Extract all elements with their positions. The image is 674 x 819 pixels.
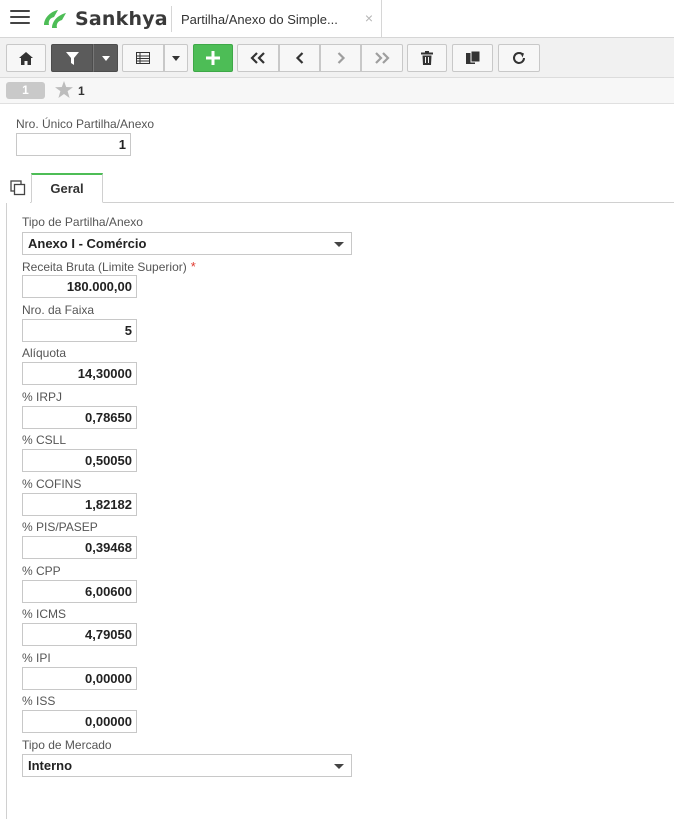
required-marker: * <box>190 259 196 274</box>
pis-pasep-field[interactable]: 0,39468 <box>22 536 137 559</box>
chevron-left-icon <box>295 52 303 64</box>
nro-unico-field[interactable]: 1 <box>16 133 131 156</box>
top-bar: Sankhya Partilha/Anexo do Simple... × <box>0 0 674 38</box>
sankhya-logo-icon <box>44 10 66 28</box>
home-icon <box>19 51 33 65</box>
chevron-down-icon <box>334 242 344 247</box>
double-chevron-left-icon <box>250 52 265 64</box>
brand-name: Sankhya <box>75 8 168 30</box>
nro-faixa-field[interactable]: 5 <box>22 319 137 342</box>
csll-label: % CSLL <box>22 433 67 447</box>
iss-field[interactable]: 0,00000 <box>22 710 137 733</box>
grid-icon <box>136 52 150 64</box>
logo: Sankhya <box>40 6 168 32</box>
close-icon[interactable]: × <box>365 10 373 26</box>
irpj-label: % IRPJ <box>22 390 63 404</box>
refresh-button[interactable] <box>498 44 540 72</box>
aliquota-label: Alíquota <box>22 346 67 360</box>
filter-dropdown-button[interactable] <box>93 44 118 72</box>
filter-icon <box>65 51 79 65</box>
caret-down-icon <box>172 55 180 61</box>
menu-icon[interactable] <box>10 10 30 26</box>
last-record-button[interactable] <box>361 44 403 72</box>
trash-icon <box>421 51 433 65</box>
star-icon[interactable] <box>55 81 73 98</box>
cofins-label: % COFINS <box>22 477 82 491</box>
receita-bruta-label: Receita Bruta (Limite Superior) * <box>22 259 196 274</box>
tipo-mercado-select[interactable]: Interno <box>22 754 352 777</box>
home-button[interactable] <box>6 44 46 72</box>
ipi-label: % IPI <box>22 651 51 665</box>
csll-field[interactable]: 0,50050 <box>22 449 137 472</box>
icms-field[interactable]: 4,79050 <box>22 623 137 646</box>
tipo-mercado-value: Interno <box>28 758 73 773</box>
aliquota-field[interactable]: 14,30000 <box>22 362 137 385</box>
refresh-icon <box>513 52 525 64</box>
receita-bruta-field[interactable]: 180.000,00 <box>22 275 137 298</box>
toolbar <box>0 38 674 78</box>
first-record-button[interactable] <box>237 44 279 72</box>
tab-title: Partilha/Anexo do Simple... <box>181 11 338 27</box>
delete-button[interactable] <box>407 44 447 72</box>
favorites-count: 1 <box>78 84 85 98</box>
tab-geral[interactable]: Geral <box>31 173 103 203</box>
tipo-partilha-select[interactable]: Anexo I - Comércio <box>22 232 352 255</box>
duplicate-button[interactable] <box>452 44 493 72</box>
pis-pasep-label: % PIS/PASEP <box>22 520 98 534</box>
double-chevron-right-icon <box>375 52 390 64</box>
record-bar: 1 1 <box>0 78 674 104</box>
caret-down-icon <box>101 55 110 61</box>
record-index-badge[interactable]: 1 <box>6 82 45 99</box>
nro-faixa-label: Nro. da Faixa <box>22 303 95 317</box>
chevron-right-icon <box>337 52 345 64</box>
plus-icon <box>206 51 220 65</box>
previous-record-button[interactable] <box>279 44 320 72</box>
tipo-partilha-value: Anexo I - Comércio <box>28 236 147 251</box>
next-record-button[interactable] <box>320 44 361 72</box>
cpp-label: % CPP <box>22 564 61 578</box>
copy-icon <box>465 51 480 64</box>
grid-view-dropdown-button[interactable] <box>164 44 188 72</box>
filter-button[interactable] <box>51 44 93 72</box>
cofins-field[interactable]: 1,82182 <box>22 493 137 516</box>
nro-unico-label: Nro. Único Partilha/Anexo <box>16 117 155 131</box>
receita-bruta-label-text: Receita Bruta (Limite Superior) <box>22 260 187 274</box>
grid-view-button[interactable] <box>122 44 164 72</box>
copy-icon[interactable] <box>10 180 26 196</box>
ipi-field[interactable]: 0,00000 <box>22 667 137 690</box>
irpj-field[interactable]: 0,78650 <box>22 406 137 429</box>
tab-partilha-anexo[interactable]: Partilha/Anexo do Simple... × <box>172 0 382 38</box>
cpp-field[interactable]: 6,00600 <box>22 580 137 603</box>
tipo-mercado-label: Tipo de Mercado <box>22 738 112 752</box>
chevron-down-icon <box>334 764 344 769</box>
icms-label: % ICMS <box>22 607 67 621</box>
add-button[interactable] <box>193 44 233 72</box>
tipo-partilha-label: Tipo de Partilha/Anexo <box>22 215 143 229</box>
iss-label: % ISS <box>22 694 56 708</box>
